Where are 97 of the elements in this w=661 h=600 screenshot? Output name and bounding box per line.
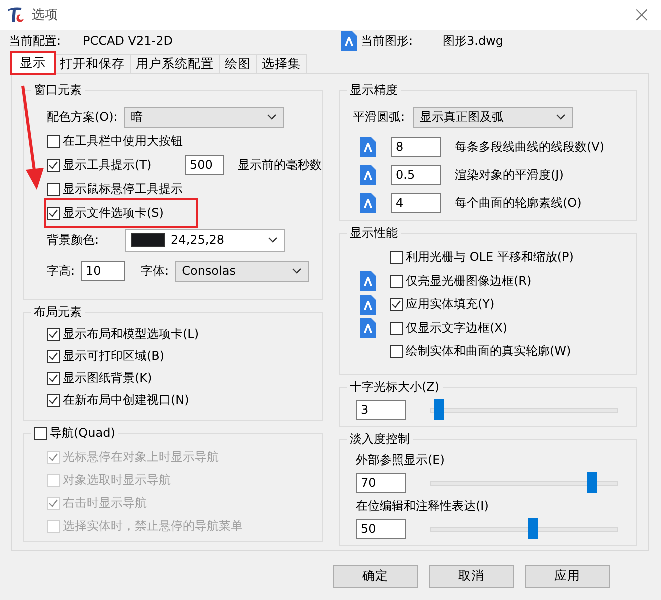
checkbox-label: 仅亮显光栅图像边框(R) <box>406 272 532 290</box>
checkmark-icon <box>48 372 59 384</box>
tab[interactable]: 选择集 <box>256 54 307 73</box>
drawing-name: 图形3.dwg <box>443 32 504 50</box>
checkbox-label: 显示文件选项卡(S) <box>63 204 164 222</box>
checkbox-label: 显示布局和模型选项卡(L) <box>63 326 200 342</box>
checkbox[interactable] <box>390 251 403 264</box>
slider-thumb[interactable] <box>586 472 597 493</box>
group-title: 窗口元素 <box>34 82 82 99</box>
checkmark-icon <box>48 350 59 362</box>
dropdown[interactable]: 显示真正图及弧 <box>413 106 574 128</box>
dropdown[interactable]: Consolas <box>175 260 310 282</box>
checkbox-label: 显示图纸背景(K) <box>63 370 152 386</box>
checkmark-icon <box>48 160 59 170</box>
dropdown[interactable]: 暗 <box>124 106 284 128</box>
checkbox-label: 对象选取时显示导航 <box>63 472 171 489</box>
checkbox-label: 利用光栅与 OLE 平移和缩放(P) <box>406 249 574 266</box>
field-label: 当前配置: <box>9 32 62 50</box>
input-field[interactable]: 70 <box>356 473 406 493</box>
slider-label: 外部参照显示(E) <box>356 452 446 469</box>
checkbox-label: 右击时显示导航 <box>63 495 147 512</box>
checkbox[interactable] <box>47 134 60 148</box>
checkbox-label: 在工具栏中使用大按钮 <box>63 132 183 150</box>
drawing-file-icon <box>360 137 376 157</box>
checkbox[interactable] <box>390 298 403 312</box>
field-label: 配色方案(O): <box>47 108 118 126</box>
input-field[interactable]: 4 <box>391 193 441 213</box>
group-title: 导航(Quad) <box>50 425 116 442</box>
close-button[interactable]: × <box>623 2 661 28</box>
checkmark-icon <box>391 299 402 310</box>
field-label: 字体: <box>141 262 170 280</box>
input-field[interactable]: 50 <box>356 519 406 539</box>
field-label: 每条多段线曲线的线段数(V) <box>455 138 605 156</box>
checkbox[interactable] <box>47 182 60 196</box>
field-label: 显示前的毫秒数 <box>238 156 322 174</box>
group-title: 十字光标大小(Z) <box>350 379 440 396</box>
checkbox-label: 在新布局中创建视口(N) <box>63 392 190 408</box>
field-label: 字高: <box>47 262 76 280</box>
chevron-icon <box>292 268 302 274</box>
checkbox[interactable] <box>34 427 47 440</box>
checkbox[interactable] <box>390 345 403 358</box>
chevron-icon <box>266 114 277 120</box>
dropdown[interactable]: 24,25,28 <box>125 228 286 252</box>
input-field[interactable]: 8 <box>391 137 441 157</box>
checkbox-label: 光标悬停在对象上时显示导航 <box>63 449 219 466</box>
checkmark-icon <box>48 328 59 340</box>
input-field[interactable]: 0.5 <box>391 165 441 185</box>
field-label: 当前图形: <box>361 32 414 50</box>
checkmark-icon <box>48 498 59 509</box>
dialog-button[interactable]: 应用 <box>525 565 610 588</box>
slider-thumb[interactable] <box>528 518 538 539</box>
checkbox[interactable] <box>390 322 403 335</box>
chevron-icon <box>268 237 278 243</box>
window-title: 选项 <box>32 7 58 24</box>
checkbox[interactable] <box>47 158 60 172</box>
dialog-button[interactable]: 取消 <box>429 565 514 588</box>
checkbox-label: 应用实体填充(Y) <box>406 296 495 314</box>
drawing-file-icon <box>360 318 376 338</box>
tab[interactable]: 显示 <box>11 52 55 74</box>
checkbox-label: 选择实体时，禁止悬停的导航菜单 <box>63 518 243 535</box>
slider-thumb[interactable] <box>434 399 444 420</box>
field-label: 平滑圆弧: <box>353 108 406 126</box>
checkbox-label: 显示鼠标悬停工具提示 <box>63 180 183 198</box>
field-label: 背景颜色: <box>47 232 100 248</box>
group-title: 显示性能 <box>350 225 398 242</box>
drawing-file-icon <box>360 165 376 185</box>
checkbox[interactable] <box>390 274 403 288</box>
tab[interactable]: 用户系统配置 <box>130 54 220 73</box>
drawing-file-icon <box>360 271 376 292</box>
checkbox-label: 显示工具提示(T) <box>63 156 152 174</box>
input-field[interactable]: 500 <box>184 155 224 175</box>
checkbox[interactable] <box>47 328 60 340</box>
checkmark-icon <box>48 452 59 463</box>
checkbox[interactable] <box>47 394 60 406</box>
input-field[interactable]: 10 <box>81 261 126 281</box>
checkmark-icon <box>48 394 59 406</box>
checkbox[interactable] <box>47 206 60 220</box>
field-label: 每个曲面的轮廓素线(O) <box>455 194 582 212</box>
chevron-icon <box>556 114 566 120</box>
checkbox-label: 绘制实体和曲面的真实轮廓(W) <box>406 343 572 360</box>
drawing-file-icon <box>360 193 376 213</box>
group-title: 显示精度 <box>350 82 398 99</box>
checkbox-label: 仅显示文字边框(X) <box>406 320 508 337</box>
slider-label: 在位编辑和注释性表达(I) <box>356 498 490 515</box>
group-title: 布局元素 <box>34 304 82 321</box>
field-label: 渲染对象的平滑度(J) <box>455 166 564 184</box>
app-logo-icon <box>6 5 26 25</box>
dialog-button[interactable]: 确定 <box>333 565 418 588</box>
tab[interactable]: 打开和保存 <box>54 54 131 73</box>
checkbox[interactable] <box>47 372 60 384</box>
drawing-file-icon <box>360 294 376 315</box>
profile-name: PCCAD V21-2D <box>83 34 173 48</box>
group-title: 淡入度控制 <box>350 431 410 448</box>
checkmark-icon <box>48 208 59 218</box>
checkbox[interactable] <box>47 350 60 362</box>
checkbox-label: 显示可打印区域(B) <box>63 348 165 364</box>
input-field[interactable]: 3 <box>356 400 406 420</box>
